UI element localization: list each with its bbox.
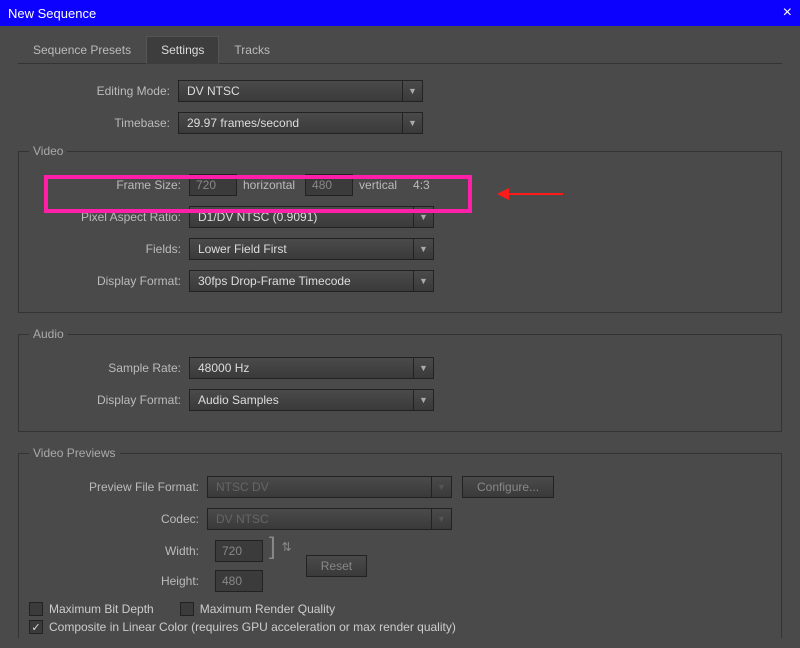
codec-select: DV NTSC ▼ bbox=[207, 508, 452, 530]
sample-rate-value: 48000 Hz bbox=[198, 361, 249, 375]
frame-height-input[interactable] bbox=[305, 174, 353, 196]
chevron-down-icon: ▼ bbox=[413, 207, 433, 227]
max-bit-depth-checkbox[interactable] bbox=[29, 602, 43, 616]
preview-file-format-select: NTSC DV ▼ bbox=[207, 476, 452, 498]
video-display-format-label: Display Format: bbox=[29, 274, 189, 288]
check-icon: ✓ bbox=[31, 621, 40, 634]
tab-tracks[interactable]: Tracks bbox=[219, 36, 285, 63]
vertical-label: vertical bbox=[359, 178, 397, 192]
chevron-down-icon: ▼ bbox=[402, 81, 422, 101]
chevron-down-icon: ▼ bbox=[413, 271, 433, 291]
preview-file-format-label: Preview File Format: bbox=[29, 480, 207, 494]
pixel-aspect-select[interactable]: D1/DV NTSC (0.9091) ▼ bbox=[189, 206, 434, 228]
max-render-quality-checkbox[interactable] bbox=[180, 602, 194, 616]
annotation-arrow bbox=[497, 188, 563, 200]
audio-display-format-select[interactable]: Audio Samples ▼ bbox=[189, 389, 434, 411]
video-previews-legend: Video Previews bbox=[29, 446, 120, 460]
timebase-select[interactable]: 29.97 frames/second ▼ bbox=[178, 112, 423, 134]
preview-width-input bbox=[215, 540, 263, 562]
aspect-ratio-text: 4:3 bbox=[413, 178, 430, 192]
timebase-value: 29.97 frames/second bbox=[187, 116, 299, 130]
sample-rate-label: Sample Rate: bbox=[29, 361, 189, 375]
chevron-down-icon: ▼ bbox=[413, 239, 433, 259]
preview-width-label: Width: bbox=[29, 544, 207, 558]
composite-linear-label: Composite in Linear Color (requires GPU … bbox=[49, 620, 456, 634]
chevron-down-icon: ▼ bbox=[431, 477, 451, 497]
max-render-quality-label: Maximum Render Quality bbox=[200, 602, 335, 616]
video-group: Video Frame Size: horizontal vertical 4:… bbox=[18, 144, 782, 313]
fields-value: Lower Field First bbox=[198, 242, 287, 256]
editing-mode-value: DV NTSC bbox=[187, 84, 240, 98]
fields-label: Fields: bbox=[29, 242, 189, 256]
codec-label: Codec: bbox=[29, 512, 207, 526]
audio-group: Audio Sample Rate: 48000 Hz ▼ Display Fo… bbox=[18, 327, 782, 432]
horizontal-label: horizontal bbox=[243, 178, 295, 192]
tab-settings[interactable]: Settings bbox=[146, 36, 219, 64]
chevron-down-icon: ▼ bbox=[402, 113, 422, 133]
timebase-label: Timebase: bbox=[18, 116, 178, 130]
composite-linear-checkbox[interactable]: ✓ bbox=[29, 620, 43, 634]
pixel-aspect-label: Pixel Aspect Ratio: bbox=[29, 210, 189, 224]
chevron-down-icon: ▼ bbox=[431, 509, 451, 529]
arrow-shaft bbox=[509, 193, 563, 195]
chevron-down-icon: ▼ bbox=[413, 390, 433, 410]
arrow-head-icon bbox=[497, 188, 509, 200]
preview-height-label: Height: bbox=[29, 574, 207, 588]
editing-mode-select[interactable]: DV NTSC ▼ bbox=[178, 80, 423, 102]
tab-sequence-presets[interactable]: Sequence Presets bbox=[18, 36, 146, 63]
video-display-format-select[interactable]: 30fps Drop-Frame Timecode ▼ bbox=[189, 270, 434, 292]
video-display-format-value: 30fps Drop-Frame Timecode bbox=[198, 274, 351, 288]
video-legend: Video bbox=[29, 144, 67, 158]
pixel-aspect-value: D1/DV NTSC (0.9091) bbox=[198, 210, 317, 224]
max-bit-depth-label: Maximum Bit Depth bbox=[49, 602, 154, 616]
window-title: New Sequence bbox=[8, 6, 783, 21]
preview-height-input bbox=[215, 570, 263, 592]
reset-button: Reset bbox=[306, 555, 367, 577]
title-bar: New Sequence × bbox=[0, 0, 800, 26]
audio-legend: Audio bbox=[29, 327, 68, 341]
frame-width-input[interactable] bbox=[189, 174, 237, 196]
tabs: Sequence Presets Settings Tracks bbox=[18, 36, 782, 64]
close-icon[interactable]: × bbox=[783, 4, 792, 22]
link-icon[interactable]: ⇅ bbox=[282, 540, 292, 554]
preview-file-format-value: NTSC DV bbox=[216, 480, 269, 494]
audio-display-format-label: Display Format: bbox=[29, 393, 189, 407]
chevron-down-icon: ▼ bbox=[413, 358, 433, 378]
bracket-icon: ] bbox=[269, 540, 276, 554]
video-previews-group: Video Previews Preview File Format: NTSC… bbox=[18, 446, 782, 638]
configure-button: Configure... bbox=[462, 476, 554, 498]
frame-size-label: Frame Size: bbox=[29, 178, 189, 192]
codec-value: DV NTSC bbox=[216, 512, 269, 526]
sample-rate-select[interactable]: 48000 Hz ▼ bbox=[189, 357, 434, 379]
fields-select[interactable]: Lower Field First ▼ bbox=[189, 238, 434, 260]
audio-display-format-value: Audio Samples bbox=[198, 393, 279, 407]
editing-mode-label: Editing Mode: bbox=[18, 84, 178, 98]
